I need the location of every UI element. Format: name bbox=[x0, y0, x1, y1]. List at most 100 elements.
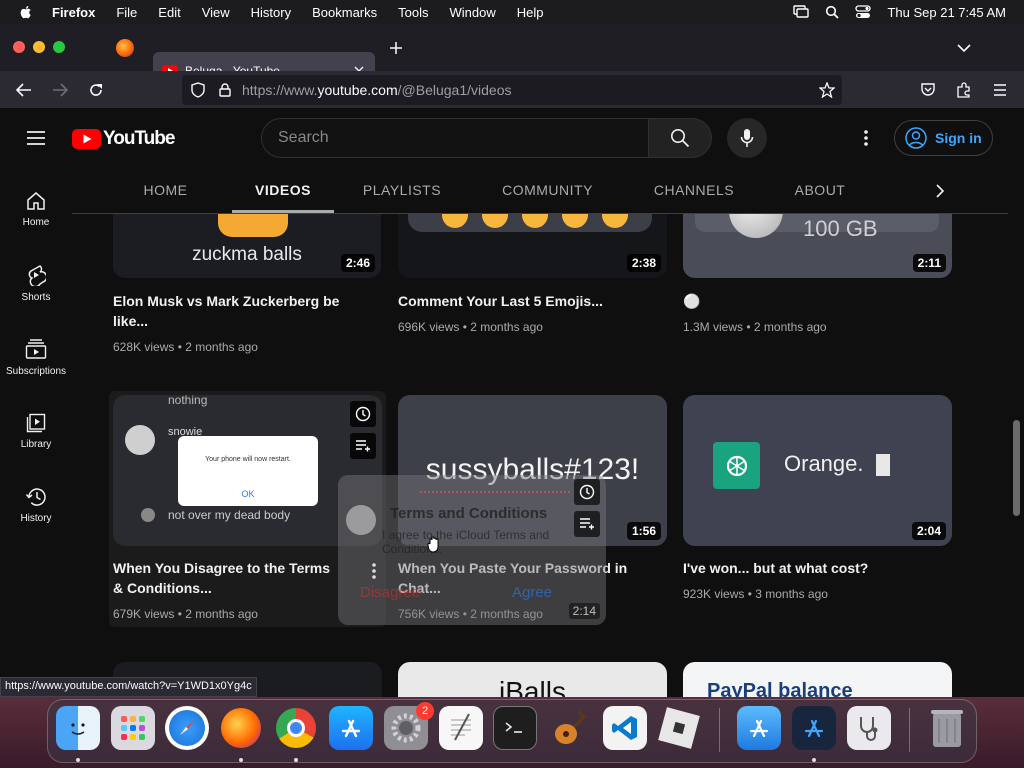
guide-label-shorts: Shorts bbox=[21, 291, 51, 303]
search-input[interactable]: Search bbox=[261, 118, 649, 158]
watch-later-button[interactable] bbox=[350, 401, 376, 427]
add-to-queue-button[interactable] bbox=[350, 433, 376, 459]
terminal-icon[interactable] bbox=[493, 706, 537, 750]
trash-icon[interactable] bbox=[925, 706, 969, 750]
guide-item-subscriptions[interactable]: Subscriptions bbox=[0, 320, 72, 394]
video-thumbnail[interactable]: Orange. 2:04 bbox=[683, 395, 952, 546]
guide-menu-icon[interactable] bbox=[26, 130, 46, 146]
menubar-clock[interactable]: Thu Sep 21 7:45 AM bbox=[887, 5, 1006, 20]
firefox-view-button[interactable] bbox=[116, 39, 134, 57]
tab-community[interactable]: COMMUNITY bbox=[494, 167, 601, 213]
vscode-logo-icon bbox=[612, 716, 637, 740]
menu-file[interactable]: File bbox=[116, 5, 137, 20]
library-icon bbox=[26, 413, 46, 432]
video-title[interactable]: ⚪ bbox=[683, 291, 943, 311]
roblox-icon[interactable] bbox=[657, 706, 701, 750]
tab-channels[interactable]: CHANNELS bbox=[646, 167, 742, 213]
bookmark-star-icon[interactable] bbox=[819, 82, 835, 98]
guide-item-shorts[interactable]: Shorts bbox=[0, 246, 72, 320]
sign-in-button[interactable]: Sign in bbox=[894, 120, 993, 156]
guide-item-history[interactable]: History bbox=[0, 468, 72, 542]
garageband-icon[interactable] bbox=[548, 706, 592, 750]
control-center-icon[interactable] bbox=[855, 5, 872, 19]
new-tab-icon[interactable] bbox=[389, 41, 403, 55]
menu-bookmarks[interactable]: Bookmarks bbox=[312, 5, 377, 20]
menu-tools[interactable]: Tools bbox=[398, 5, 428, 20]
hamburger-menu-icon[interactable] bbox=[993, 84, 1007, 96]
chatgpt-logo-icon bbox=[713, 442, 760, 489]
list-all-tabs-icon[interactable] bbox=[957, 43, 971, 53]
system-settings-icon[interactable]: 2 bbox=[384, 702, 434, 750]
guide-item-library[interactable]: Library bbox=[0, 394, 72, 468]
tab-videos[interactable]: VIDEOS bbox=[232, 167, 334, 213]
forward-arrow-icon[interactable] bbox=[52, 83, 68, 97]
menu-window[interactable]: Window bbox=[450, 5, 496, 20]
textedit-icon[interactable] bbox=[439, 706, 483, 750]
chrome-icon[interactable] bbox=[274, 706, 318, 750]
firefox-dock-icon[interactable] bbox=[219, 706, 263, 750]
menu-history[interactable]: History bbox=[251, 5, 291, 20]
xcode-instruments-icon[interactable] bbox=[737, 706, 781, 750]
spotlight-search-icon[interactable] bbox=[825, 5, 840, 19]
account-circle-icon bbox=[905, 127, 927, 149]
tabs-scroll-right-icon[interactable] bbox=[935, 184, 945, 198]
guide-item-home[interactable]: Home bbox=[0, 172, 72, 246]
voice-search-button[interactable] bbox=[727, 118, 767, 158]
add-to-queue-button[interactable] bbox=[574, 511, 600, 537]
vscode-icon[interactable] bbox=[603, 706, 647, 750]
apple-icon[interactable] bbox=[18, 4, 34, 20]
menu-app-name[interactable]: Firefox bbox=[52, 5, 95, 20]
video-thumbnail[interactable]: PayPal balance bbox=[683, 662, 952, 697]
tab-about[interactable]: ABOUT bbox=[784, 167, 856, 213]
thumbnail-caption: PayPal balance bbox=[707, 680, 853, 697]
menu-help[interactable]: Help bbox=[517, 5, 544, 20]
close-window-button[interactable] bbox=[13, 41, 25, 53]
ghost-dialog-title: Terms and Conditions bbox=[390, 505, 548, 522]
video-thumbnail[interactable]: zuckma balls 2:46 bbox=[113, 214, 381, 278]
menu-view[interactable]: View bbox=[202, 5, 230, 20]
terminal-prompt-icon bbox=[505, 722, 522, 733]
video-title[interactable]: Comment Your Last 5 Emojis... bbox=[398, 291, 658, 311]
app-store-icon[interactable] bbox=[329, 706, 373, 750]
video-thumbnail[interactable]: iBalls bbox=[398, 662, 667, 697]
ghost-duration-badge: 2:14 bbox=[568, 603, 600, 619]
video-actions-icon[interactable] bbox=[372, 563, 376, 579]
reload-icon[interactable] bbox=[88, 82, 104, 98]
launchpad-icon[interactable] bbox=[111, 706, 155, 750]
video-thumbnail[interactable]: 100 GB 2:11 bbox=[683, 214, 952, 278]
finder-icon[interactable] bbox=[56, 706, 100, 750]
guide-label-history: History bbox=[20, 512, 52, 524]
trash-can-icon bbox=[931, 710, 963, 747]
video-title[interactable]: Elon Musk vs Mark Zuckerberg be like... bbox=[113, 291, 363, 331]
search-placeholder: Search bbox=[278, 129, 329, 146]
system-information-icon[interactable] bbox=[847, 706, 891, 750]
tab-playlists[interactable]: PLAYLISTS bbox=[354, 167, 450, 213]
video-title[interactable]: I've won... but at what cost? bbox=[683, 558, 943, 578]
tab-home[interactable]: HOME bbox=[122, 167, 209, 213]
menu-edit[interactable]: Edit bbox=[158, 5, 180, 20]
finder-face-icon bbox=[71, 723, 85, 735]
search-icon bbox=[671, 129, 690, 148]
video-thumbnail[interactable]: 2:38 bbox=[398, 214, 667, 278]
tracking-protection-shield-icon[interactable] bbox=[191, 82, 205, 98]
more-options-icon[interactable] bbox=[864, 130, 868, 146]
extensions-puzzle-icon[interactable] bbox=[956, 82, 972, 98]
lock-icon[interactable] bbox=[219, 83, 231, 97]
video-title[interactable]: When You Disagree to the Terms & Conditi… bbox=[113, 558, 338, 598]
zoom-window-button[interactable] bbox=[53, 41, 65, 53]
running-indicator bbox=[294, 758, 298, 762]
guide-label-library: Library bbox=[20, 438, 52, 450]
minimize-window-button[interactable] bbox=[33, 41, 45, 53]
safari-icon[interactable] bbox=[165, 706, 209, 750]
watch-later-button[interactable] bbox=[574, 479, 600, 505]
pocket-icon[interactable] bbox=[920, 82, 936, 98]
page-scrollbar-thumb[interactable] bbox=[1013, 420, 1020, 516]
xcode-icon[interactable] bbox=[792, 706, 836, 750]
video-meta: 696K views • 2 months ago bbox=[398, 320, 543, 334]
back-arrow-icon[interactable] bbox=[16, 83, 32, 97]
youtube-logo[interactable]: YouTube bbox=[72, 128, 175, 150]
screen-mirroring-icon[interactable] bbox=[793, 5, 810, 19]
url-bar[interactable]: https://www.youtube.com/@Beluga1/videos bbox=[182, 75, 842, 105]
search-button[interactable] bbox=[648, 118, 712, 158]
video-meta: 628K views • 2 months ago bbox=[113, 340, 258, 354]
